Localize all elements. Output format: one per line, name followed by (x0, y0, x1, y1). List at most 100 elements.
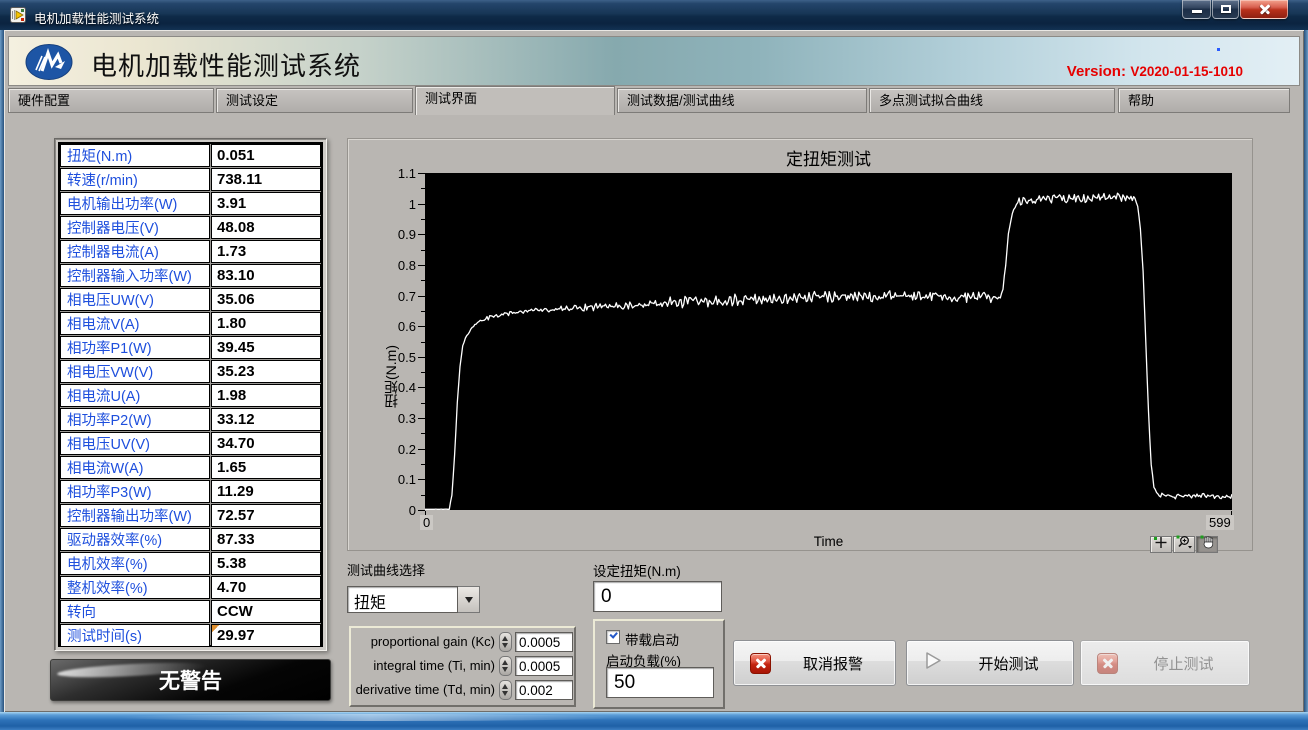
pan-tool-button[interactable] (1196, 536, 1218, 553)
param-label: 控制器电压(V) (60, 216, 210, 239)
x-tick-label: 0 (420, 515, 433, 530)
play-icon (923, 650, 944, 676)
y-tick-label: 0.6 (382, 319, 416, 334)
start-load-input[interactable] (606, 667, 714, 698)
curve-select-dropdown[interactable]: 扭矩 (347, 586, 480, 613)
app-title: 电机加载性能测试系统 (91, 46, 361, 83)
y-tick-mark (418, 204, 425, 205)
pid-param-label: derivative time (Td, min) (351, 679, 495, 701)
version-value: V2020-01-15-1010 (1130, 64, 1243, 79)
pid-spinner[interactable] (499, 656, 512, 676)
app-header: 电机加载性能测试系统 Version: V2020-01-15-1010 (8, 36, 1300, 86)
y-tick-label: 0.8 (382, 258, 416, 273)
y-tick-mark (418, 173, 425, 174)
tab-测试界面[interactable]: 测试界面 (415, 86, 615, 115)
measurement-table: 扭矩(N.m)0.051转速(r/min)738.11电机输出功率(W)3.91… (58, 142, 323, 647)
pid-value-input[interactable] (515, 680, 573, 700)
minimize-button[interactable] (1182, 0, 1211, 19)
param-value: 1.73 (211, 240, 321, 263)
param-label: 相电压UV(V) (60, 432, 210, 455)
app-window: 电机加载性能测试系统 电机加载性能测试系统 Version: V2020-01-… (0, 0, 1308, 730)
y-tick-label: 0.5 (382, 350, 416, 365)
cancel-alarm-button[interactable]: 取消报警 (733, 640, 896, 686)
set-torque-input[interactable] (593, 581, 722, 612)
param-label: 驱动器效率(%) (60, 528, 210, 551)
pid-value-input[interactable] (515, 656, 573, 676)
measurement-table-frame: 扭矩(N.m)0.051转速(r/min)738.11电机输出功率(W)3.91… (54, 138, 327, 651)
pid-param-label: proportional gain (Kc) (351, 631, 495, 653)
param-value: 87.33 (211, 528, 321, 551)
minimize-icon (1192, 10, 1202, 13)
maximize-button[interactable] (1212, 0, 1239, 19)
pid-settings-panel: proportional gain (Kc)integral time (Ti,… (349, 626, 576, 707)
pid-spinner[interactable] (499, 680, 512, 700)
param-label: 转向 (60, 600, 210, 623)
crosshair-tool-button[interactable] (1150, 536, 1172, 553)
stop-test-button[interactable]: 停止测试 (1080, 640, 1250, 686)
zoom-tool-button[interactable] (1173, 536, 1195, 553)
zoom-tool-icon (1176, 535, 1193, 554)
y-minor-tick (421, 433, 425, 434)
start-test-button[interactable]: 开始测试 (906, 640, 1074, 686)
tab-硬件配置[interactable]: 硬件配置 (8, 88, 214, 113)
y-minor-tick (421, 219, 425, 220)
pid-param-label: integral time (Ti, min) (351, 655, 495, 677)
y-tick-label: 1 (382, 197, 416, 212)
param-value: 1.65 (211, 456, 321, 479)
window-frame-bottom (0, 712, 1308, 730)
y-tick-label: 0.4 (382, 380, 416, 395)
action-button-label: 停止测试 (1118, 653, 1249, 674)
y-tick-label: 0.3 (382, 411, 416, 426)
tab-帮助[interactable]: 帮助 (1118, 88, 1290, 113)
param-value: 1.98 (211, 384, 321, 407)
y-tick-label: 0.9 (382, 227, 416, 242)
close-icon (1259, 4, 1271, 14)
y-tick-label: 0.2 (382, 442, 416, 457)
param-label: 相功率P2(W) (60, 408, 210, 431)
tab-测试设定[interactable]: 测试设定 (216, 88, 413, 113)
y-minor-tick (421, 372, 425, 373)
y-minor-tick (421, 280, 425, 281)
close-button[interactable] (1240, 0, 1288, 19)
y-minor-tick (421, 495, 425, 496)
param-value: 39.45 (211, 336, 321, 359)
param-value: 48.08 (211, 216, 321, 239)
tab-多点测试拟合曲线[interactable]: 多点测试拟合曲线 (869, 88, 1115, 113)
action-button-label: 取消报警 (771, 653, 895, 674)
version-label: Version: (1067, 63, 1126, 80)
pan-tool-icon (1200, 535, 1215, 554)
curve-select-value[interactable]: 扭矩 (347, 586, 458, 613)
y-tick-mark (418, 418, 425, 419)
param-value: 34.70 (211, 432, 321, 455)
pid-spinner[interactable] (499, 632, 512, 652)
version-text: Version: V2020-01-15-1010 (1067, 63, 1243, 81)
spinner-down-icon (502, 691, 508, 696)
y-tick-label: 1.1 (382, 166, 416, 181)
pid-value-input[interactable] (515, 632, 573, 652)
spinner-up-icon (502, 660, 508, 665)
param-label: 整机效率(%) (60, 576, 210, 599)
crosshair-tool-icon (1153, 536, 1169, 554)
window-frame-right (1304, 30, 1308, 712)
param-value: 83.10 (211, 264, 321, 287)
y-tick-label: 0 (382, 503, 416, 518)
load-start-checkbox[interactable] (606, 630, 620, 644)
param-label: 电机效率(%) (60, 552, 210, 575)
chart-x-axis-label: Time (425, 534, 1232, 549)
app-icon (10, 7, 26, 23)
param-value: 4.70 (211, 576, 321, 599)
tab-测试数据/测试曲线[interactable]: 测试数据/测试曲线 (617, 88, 867, 113)
window-title: 电机加载性能测试系统 (34, 8, 159, 27)
y-tick-label: 0.7 (382, 289, 416, 304)
pid-row: derivative time (Td, min) (351, 679, 574, 703)
param-value: 0.051 (211, 144, 321, 167)
param-value: 29.97 (211, 624, 321, 647)
spinner-down-icon (502, 667, 508, 672)
param-label: 相电压UW(V) (60, 288, 210, 311)
param-value: 738.11 (211, 168, 321, 191)
dropdown-button[interactable] (458, 586, 480, 613)
load-start-group: 带载启动 启动负载(%) (593, 619, 725, 709)
chart-plot-area[interactable] (425, 173, 1232, 510)
header-dot (1217, 48, 1220, 51)
y-minor-tick (421, 342, 425, 343)
